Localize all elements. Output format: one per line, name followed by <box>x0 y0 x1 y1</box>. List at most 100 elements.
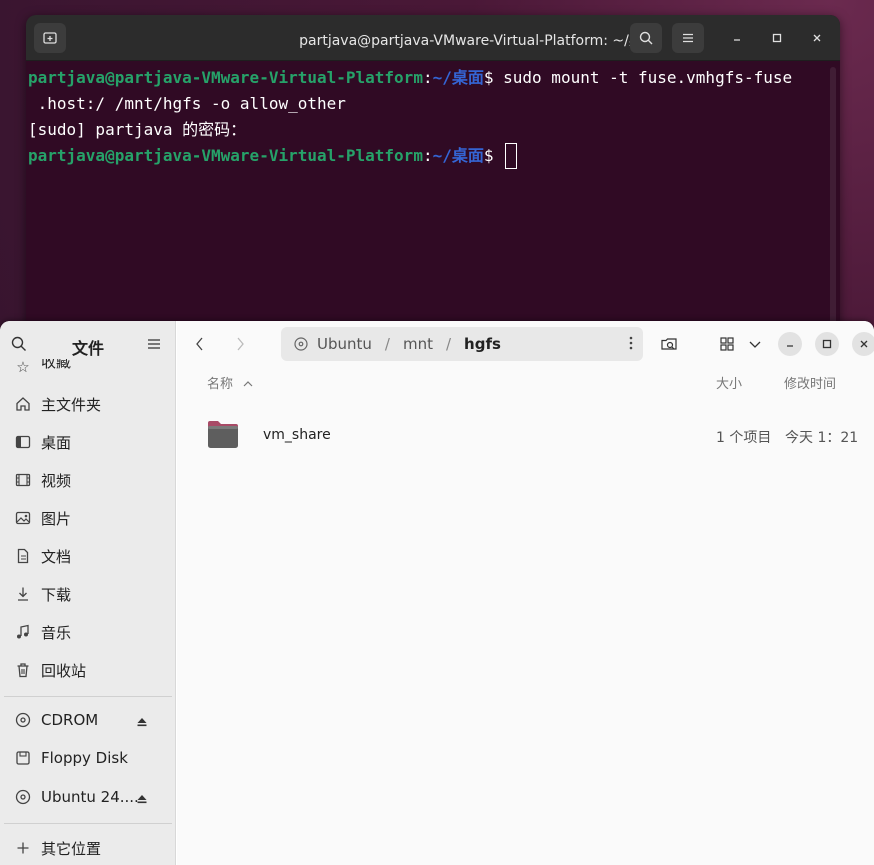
column-header-size[interactable]: 大小 <box>716 373 742 392</box>
path-menu-button[interactable] <box>629 336 633 350</box>
video-icon <box>12 470 34 490</box>
sidebar-item-music[interactable]: 音乐 <box>12 615 168 649</box>
prompt-dollar: $ <box>483 68 504 87</box>
terminal-search-button[interactable] <box>630 23 662 53</box>
terminal-maximize-button[interactable] <box>765 26 789 50</box>
search-folder-icon <box>661 338 677 350</box>
sidebar-item-label: 收藏 <box>41 359 72 371</box>
document-icon <box>12 546 34 566</box>
file-row[interactable]: vm_share 1 个项目 今天 1：21 <box>195 415 864 457</box>
sidebar-item-label: 回收站 <box>41 661 87 680</box>
column-name-label: 名称 <box>207 377 234 392</box>
close-icon <box>860 340 868 348</box>
sidebar-item-starred[interactable]: ☆ 收藏 <box>12 359 168 375</box>
prompt-colon: : <box>422 146 433 165</box>
chevron-left-icon <box>196 337 203 351</box>
sidebar-item-label: 桌面 <box>41 433 72 452</box>
sudo-password-prompt: [sudo] partjava 的密码： <box>28 120 247 139</box>
sidebar-item-trash[interactable]: 回收站 <box>12 653 168 687</box>
terminal-title: partjava@partjava-VMware-Virtual-Platfor… <box>299 33 657 49</box>
breadcrumb-separator: / <box>445 335 452 353</box>
file-size: 1 个项目 <box>716 430 772 446</box>
vertical-dots-icon <box>629 336 633 350</box>
main-menu-button[interactable] <box>146 336 162 356</box>
maximize-icon <box>822 339 832 349</box>
breadcrumb-ubuntu[interactable]: Ubuntu <box>317 335 372 353</box>
sidebar-item-documents[interactable]: 文档 <box>12 539 168 573</box>
search-files-button[interactable] <box>656 331 682 357</box>
close-icon <box>813 34 821 42</box>
sidebar-item-label: 文档 <box>41 547 72 566</box>
terminal-menu-button[interactable] <box>672 23 704 53</box>
prompt-user: partjava@partjava-VMware-Virtual-Platfor… <box>28 68 423 87</box>
terminal-window[interactable]: partjava@partjava-VMware-Virtual-Platfor… <box>26 15 840 345</box>
command-continuation: .host:/ /mnt/hgfs -o allow_other <box>28 94 346 113</box>
grid-icon <box>720 337 734 351</box>
column-header-name[interactable]: 名称 <box>207 373 253 392</box>
trash-icon <box>12 660 34 680</box>
sidebar-item-pictures[interactable]: 图片 <box>12 501 168 535</box>
sidebar-item-label: Floppy Disk <box>41 749 128 767</box>
files-window: 文件 ☆ 收藏 主文件夹 桌面 视频 图片 文档 下载 音乐 回收站 CDROM… <box>0 321 874 865</box>
files-minimize-button[interactable] <box>778 332 802 356</box>
star-icon: ☆ <box>16 359 30 375</box>
prompt-colon: : <box>422 68 433 87</box>
terminal-scrollbar[interactable] <box>830 67 836 337</box>
terminal-cursor <box>505 143 518 169</box>
sidebar-device-ubuntu[interactable]: Ubuntu 24.... <box>12 780 168 814</box>
breadcrumb-hgfs[interactable]: hgfs <box>464 335 501 353</box>
desktop-icon <box>12 432 34 452</box>
sidebar-divider <box>4 823 172 824</box>
sidebar-other-locations[interactable]: 其它位置 <box>12 831 168 865</box>
chevron-down-icon <box>749 341 761 348</box>
files-close-button[interactable] <box>852 332 874 356</box>
sidebar-device-cdrom[interactable]: CDROM <box>12 703 168 737</box>
sidebar-item-videos[interactable]: 视频 <box>12 463 168 497</box>
disc-icon <box>12 787 34 807</box>
chevron-right-icon <box>237 337 244 351</box>
sidebar-device-floppy[interactable]: Floppy Disk <box>12 741 168 775</box>
folder-icon <box>207 419 239 453</box>
eject-icon[interactable] <box>136 791 148 809</box>
files-toolbar: Ubuntu / mnt / hgfs <box>177 321 874 367</box>
sidebar-item-label: 图片 <box>41 509 72 528</box>
prompt-path: ~/桌面 <box>432 146 484 165</box>
eject-icon[interactable] <box>136 714 148 732</box>
sidebar-item-label: Ubuntu 24.... <box>41 788 139 806</box>
home-icon <box>12 394 34 414</box>
search-icon <box>639 31 653 45</box>
sidebar-search-button[interactable] <box>10 335 28 357</box>
view-options-button[interactable] <box>742 331 768 357</box>
hamburger-menu-icon <box>683 33 693 43</box>
forward-button[interactable] <box>229 333 251 355</box>
sidebar-divider <box>4 696 172 697</box>
back-button[interactable] <box>189 333 211 355</box>
sidebar-item-downloads[interactable]: 下载 <box>12 577 168 611</box>
plus-icon <box>12 838 34 858</box>
breadcrumb-mnt[interactable]: mnt <box>403 335 433 353</box>
drive-icon <box>12 748 34 768</box>
sidebar-item-label: 视频 <box>41 471 72 490</box>
minimize-icon <box>734 39 740 41</box>
sidebar-item-desktop[interactable]: 桌面 <box>12 425 168 459</box>
maximize-icon <box>772 33 782 43</box>
file-name: vm_share <box>263 427 331 443</box>
sort-ascending-icon <box>243 381 253 387</box>
download-icon <box>12 584 34 604</box>
terminal-minimize-button[interactable] <box>725 26 749 50</box>
path-bar[interactable]: Ubuntu / mnt / hgfs <box>281 327 643 361</box>
terminal-close-button[interactable] <box>805 26 829 50</box>
terminal-headerbar: partjava@partjava-VMware-Virtual-Platfor… <box>26 15 840 61</box>
prompt-path: ~/桌面 <box>432 68 484 87</box>
sidebar-item-label: 主文件夹 <box>41 395 102 414</box>
column-header-modified[interactable]: 修改时间 <box>784 373 836 392</box>
sidebar-item-label: 音乐 <box>41 623 72 642</box>
search-icon <box>11 336 26 351</box>
music-icon <box>12 622 34 642</box>
terminal-output[interactable]: partjava@partjava-VMware-Virtual-Platfor… <box>26 61 840 173</box>
view-grid-button[interactable] <box>714 331 740 357</box>
files-maximize-button[interactable] <box>815 332 839 356</box>
sidebar-item-home[interactable]: 主文件夹 <box>12 387 168 421</box>
hamburger-menu-icon <box>148 339 160 349</box>
prompt-user: partjava@partjava-VMware-Virtual-Platfor… <box>28 146 423 165</box>
